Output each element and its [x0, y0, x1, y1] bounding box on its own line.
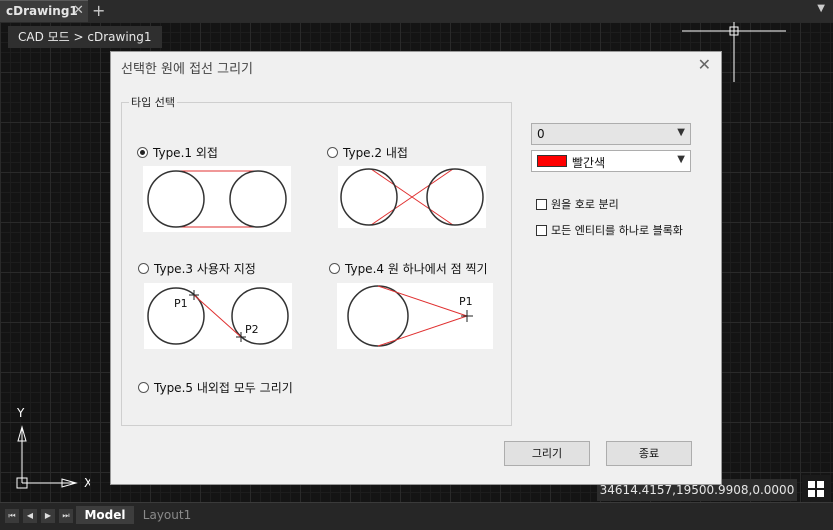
- tangent-line-dialog: 선택한 원에 접선 그리기 ✕ 타입 선택 Type.1 외접 Type.2 내…: [110, 51, 722, 485]
- type2-diagram: [338, 166, 486, 228]
- radio-type3[interactable]: Type.3 사용자 지정: [138, 260, 256, 277]
- radio-type1-label: Type.1 외접: [153, 146, 218, 160]
- color-value: 빨간색: [572, 156, 606, 170]
- next-tab-icon[interactable]: ▶: [41, 509, 55, 523]
- breadcrumb: CAD 모드 > cDrawing1: [8, 26, 162, 48]
- radio-type5-label: Type.5 내외접 모두 그리기: [154, 381, 293, 395]
- radio-type2-label: Type.2 내접: [343, 146, 408, 160]
- grid-icon[interactable]: [802, 475, 830, 503]
- tab-layout1[interactable]: Layout1: [136, 506, 198, 524]
- radio-type3-label: Type.3 사용자 지정: [154, 262, 256, 276]
- chevron-down-icon[interactable]: ▼: [817, 3, 825, 14]
- radio-unchecked-icon: [329, 263, 340, 274]
- draw-button[interactable]: 그리기: [504, 441, 590, 466]
- radio-checked-icon: [137, 147, 148, 158]
- close-icon[interactable]: ✕: [698, 55, 711, 74]
- tab-cdrawing1[interactable]: cDrawing1 ✕: [0, 0, 88, 22]
- point-p2-label: P2: [245, 323, 259, 336]
- layer-select[interactable]: 0 ▼: [531, 123, 691, 145]
- radio-unchecked-icon: [138, 382, 149, 393]
- close-button[interactable]: 종료: [606, 441, 692, 466]
- point-p1-label: P1: [174, 297, 188, 310]
- checkbox-split-arc-label: 원을 호로 분리: [551, 198, 619, 211]
- color-select[interactable]: 빨간색 ▼: [531, 150, 691, 172]
- tab-model[interactable]: Model: [76, 506, 134, 524]
- checkbox-block-all[interactable]: 모든 엔티티를 하나로 블록화: [536, 222, 683, 238]
- checkbox-box: [536, 198, 547, 210]
- checkbox-block-all-label: 모든 엔티티를 하나로 블록화: [551, 224, 683, 237]
- type3-diagram: P1 P2: [144, 283, 292, 349]
- close-icon[interactable]: ✕: [73, 3, 84, 18]
- checkbox-box: [536, 224, 547, 236]
- radio-type4-label: Type.4 원 하나에서 점 찍기: [345, 262, 488, 276]
- ucs-y-label: Y: [16, 406, 25, 420]
- radio-type4[interactable]: Type.4 원 하나에서 점 찍기: [329, 260, 488, 277]
- checkbox-split-arc[interactable]: 원을 호로 분리: [536, 196, 619, 212]
- radio-type1[interactable]: Type.1 외접: [137, 144, 218, 161]
- radio-unchecked-icon: [327, 147, 338, 158]
- chevron-down-icon: ▼: [677, 154, 685, 165]
- layout-tab-bar: ⏮ ◀ ▶ ⏭ Model Layout1: [0, 502, 833, 530]
- prev-tab-icon[interactable]: ◀: [23, 509, 37, 523]
- type4-diagram: P1: [337, 283, 493, 349]
- point-p1-label: P1: [459, 295, 473, 308]
- type1-diagram: [143, 166, 291, 232]
- ucs-axis-icon: Y X: [16, 406, 90, 490]
- document-tab-bar: cDrawing1 ✕ + ▼: [0, 0, 833, 22]
- dialog-title: 선택한 원에 접선 그리기: [121, 62, 253, 77]
- layer-value: 0: [537, 127, 545, 141]
- add-tab-icon[interactable]: +: [92, 1, 105, 20]
- color-swatch: [537, 155, 567, 167]
- first-tab-icon[interactable]: ⏮: [5, 509, 19, 523]
- tab-label: cDrawing1: [6, 4, 78, 18]
- radio-type5[interactable]: Type.5 내외접 모두 그리기: [138, 379, 293, 396]
- group-label: 타입 선택: [129, 94, 177, 110]
- ucs-x-label: X: [84, 476, 90, 490]
- last-tab-icon[interactable]: ⏭: [59, 509, 73, 523]
- radio-type2[interactable]: Type.2 내접: [327, 144, 408, 161]
- radio-unchecked-icon: [138, 263, 149, 274]
- chevron-down-icon: ▼: [677, 127, 685, 138]
